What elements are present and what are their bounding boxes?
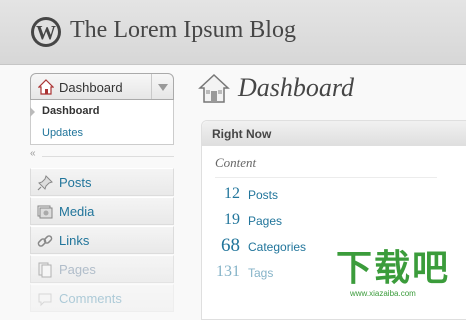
pages-icon <box>38 262 52 278</box>
collapse-chevron-icon: « <box>30 148 36 159</box>
menu-dashboard-label: Dashboard <box>59 80 123 95</box>
sidebar-item-label: Pages <box>59 262 96 277</box>
stat-count: 19 <box>224 211 240 228</box>
menu-toggle-arrow-icon[interactable] <box>158 84 168 91</box>
pushpin-icon <box>37 175 53 191</box>
stat-count: 68 <box>221 235 240 256</box>
submenu-item-dashboard[interactable]: Dashboard <box>42 105 99 117</box>
sidebar-item-label: Comments <box>59 291 122 306</box>
stat-count: 131 <box>216 263 240 280</box>
wordpress-logo-icon[interactable]: W <box>30 16 62 48</box>
collapse-menu-toggle[interactable]: « <box>30 148 174 160</box>
house-icon <box>198 73 230 103</box>
widget-title: Right Now <box>212 127 272 141</box>
house-icon <box>38 79 54 95</box>
menu-dashboard[interactable]: Dashboard <box>30 73 174 100</box>
media-icon <box>37 205 53 219</box>
stat-label: Pages <box>248 214 283 228</box>
page-title: Dashboard <box>238 73 355 102</box>
link-icon <box>37 235 53 247</box>
admin-header: W The Lorem Ipsum Blog <box>0 0 466 65</box>
dashboard-submenu: Dashboard Updates <box>30 100 174 145</box>
sidebar-item-comments[interactable]: Comments <box>30 284 174 312</box>
watermark: 下载吧 www.xiazaiba.com <box>330 243 466 303</box>
watermark-text: 下载吧 <box>336 247 451 288</box>
stat-row-pages[interactable]: 19 Pages <box>202 211 462 231</box>
comments-icon <box>38 293 52 307</box>
submenu-item-updates[interactable]: Updates <box>42 127 83 139</box>
sidebar-item-label: Links <box>59 233 90 248</box>
stat-label: Categories <box>248 240 307 254</box>
current-pointer-icon <box>30 107 35 117</box>
sidebar-item-links[interactable]: Links <box>30 226 174 254</box>
site-title[interactable]: The Lorem Ipsum Blog <box>70 17 296 44</box>
widget-header[interactable]: Right Now <box>202 121 466 146</box>
sidebar-item-label: Posts <box>59 175 92 190</box>
menu-divider <box>151 74 152 99</box>
stat-row-posts[interactable]: 12 Posts <box>202 185 462 205</box>
stat-label: Tags <box>248 266 274 280</box>
stat-count: 12 <box>224 185 240 202</box>
separator <box>42 156 174 157</box>
sidebar-item-pages[interactable]: Pages <box>30 255 174 283</box>
content-section-heading: Content <box>215 155 257 170</box>
stat-label: Posts <box>248 188 279 202</box>
separator <box>215 177 437 178</box>
sidebar-item-label: Media <box>59 204 95 219</box>
sidebar-item-posts[interactable]: Posts <box>30 168 174 196</box>
watermark-url: www.xiazaiba.com <box>350 289 416 298</box>
svg-text:W: W <box>36 22 56 44</box>
sidebar-item-media[interactable]: Media <box>30 197 174 225</box>
